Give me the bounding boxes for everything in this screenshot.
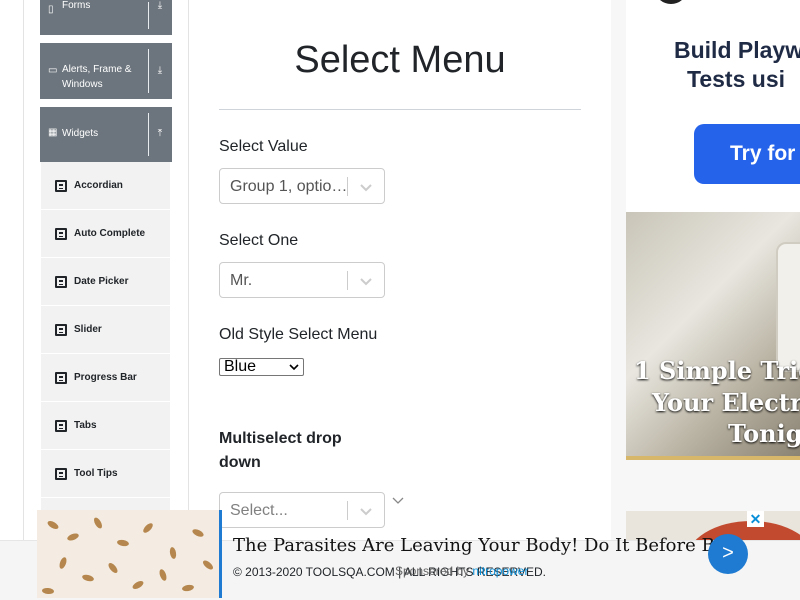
banner-sponsor: Sponsored by nitropower xyxy=(395,564,528,578)
multiselect-label-line1: Multiselect drop xyxy=(219,430,342,447)
widgets-submenu: Accordian Auto Complete Date Picker Slid… xyxy=(41,162,170,546)
sidebar-item-tool-tips[interactable]: Tool Tips xyxy=(41,450,170,498)
sidebar-item-date-picker[interactable]: Date Picker xyxy=(41,258,170,306)
sidebar-item-label: Progress Bar xyxy=(74,372,137,383)
sidebar-item-accordian[interactable]: Accordian xyxy=(41,162,170,210)
seed xyxy=(169,546,177,560)
sidebar-item-auto-complete[interactable]: Auto Complete xyxy=(41,210,170,258)
seed xyxy=(191,527,205,539)
nav-group-forms[interactable]: ▯ Forms ⤓ xyxy=(40,0,172,35)
seed xyxy=(46,519,60,531)
ad-text-line2: Your Electric xyxy=(652,388,800,417)
html5-icon xyxy=(55,420,67,432)
select-value-dropdown[interactable]: Group 1, option 1 xyxy=(219,168,385,204)
select-value-current: Group 1, option 1 xyxy=(230,178,350,195)
outlet-image xyxy=(776,242,800,372)
sidebar-item-slider[interactable]: Slider xyxy=(41,306,170,354)
select-value-label: Select Value xyxy=(219,138,308,155)
window-icon: ▭ xyxy=(48,65,58,76)
select-one-dropdown[interactable]: Mr. xyxy=(219,262,385,298)
ad-electric-trick[interactable]: 1 Simple Trick Your Electric Tonigh xyxy=(626,212,800,460)
ad-headline: Build Playw xyxy=(674,37,800,63)
seed xyxy=(158,568,168,582)
seed xyxy=(131,579,145,591)
sponsor-link[interactable]: nitropower xyxy=(472,564,528,578)
form-icon: ▯ xyxy=(48,4,54,15)
sidebar-item-label: Auto Complete xyxy=(74,228,146,239)
page-title: Select Menu xyxy=(294,39,506,81)
banner-image[interactable] xyxy=(37,510,222,598)
html5-icon xyxy=(55,468,67,480)
indicator-separator xyxy=(347,501,348,520)
seed xyxy=(58,556,68,570)
old-style-select-value: Blue xyxy=(224,358,257,375)
select-one-current: Mr. xyxy=(230,272,253,289)
html5-icon xyxy=(55,180,67,192)
chevron-down-icon[interactable] xyxy=(358,273,374,289)
sidebar-item-label: Accordian xyxy=(74,180,123,191)
nav-group-label: Alerts, Frame & xyxy=(62,64,132,75)
multiselect-dropdown[interactable]: Select... xyxy=(219,492,385,528)
nav-group-label: Widgets xyxy=(62,128,99,139)
html5-icon xyxy=(55,324,67,336)
multiselect-placeholder: Select... xyxy=(230,502,288,519)
expand-icon[interactable]: ⤓ xyxy=(154,0,166,12)
html5-icon xyxy=(55,228,67,240)
banner-headline[interactable]: The Parasites Are Leaving Your Body! Do … xyxy=(233,535,737,557)
sidebar-item-progress-bar[interactable]: Progress Bar xyxy=(41,354,170,402)
seed xyxy=(181,584,195,592)
old-style-select[interactable]: Blue xyxy=(219,358,304,376)
indicator-separator xyxy=(347,271,348,290)
old-style-select-label: Old Style Select Menu xyxy=(219,326,378,343)
sponsored-prefix: Sponsored by xyxy=(395,564,470,578)
divider xyxy=(219,109,581,110)
multiselect-label-line2: down xyxy=(219,454,261,471)
seed xyxy=(201,558,215,572)
ad-text-line1: 1 Simple Trick xyxy=(634,356,800,385)
seed xyxy=(81,573,95,583)
nav-group-alerts-frame-windows[interactable]: ▭ Alerts, Frame & Windows ⤓ xyxy=(40,43,172,99)
chevron-down-icon xyxy=(289,364,299,371)
html5-icon xyxy=(55,372,67,384)
seed xyxy=(41,587,55,595)
nav-group-widgets[interactable]: ▦ Widgets ⤒ xyxy=(40,107,172,162)
divider xyxy=(148,49,149,93)
sidebar-item-label: Tool Tips xyxy=(74,468,118,479)
seed xyxy=(106,561,120,575)
seed xyxy=(92,516,104,530)
chevron-down-icon xyxy=(392,497,404,504)
page: ▯ Forms ⤓ ▭ Alerts, Frame & Windows ⤓ ▦ … xyxy=(0,0,800,600)
indicator-separator xyxy=(347,177,348,196)
chevron-down-icon[interactable] xyxy=(358,503,374,519)
collapse-icon[interactable]: ⤒ xyxy=(154,128,166,140)
seed xyxy=(116,539,130,547)
seed xyxy=(141,521,155,535)
sidebar-item-label: Date Picker xyxy=(74,276,129,287)
nav-group-label-line2: Windows xyxy=(62,79,103,90)
sidebar-item-tabs[interactable]: Tabs xyxy=(41,402,170,450)
ad-cta-button[interactable]: Try for fre xyxy=(694,124,800,184)
logo xyxy=(656,0,686,4)
sidebar-item-label: Slider xyxy=(74,324,102,335)
multiselect-label: Multiselect drop down xyxy=(219,427,369,475)
seed xyxy=(66,532,80,542)
close-icon[interactable]: ✕ xyxy=(747,511,764,527)
grid-icon: ▦ xyxy=(48,127,58,138)
divider xyxy=(148,113,149,156)
divider xyxy=(148,2,149,29)
sidebar-item-label: Tabs xyxy=(74,420,97,431)
html5-icon xyxy=(55,276,67,288)
next-arrow-button[interactable]: > xyxy=(708,534,748,574)
ad-headline-2: Tests usi xyxy=(687,66,785,92)
expand-icon[interactable]: ⤓ xyxy=(154,65,166,77)
nav-group-label: Forms xyxy=(62,0,91,11)
ad-playwright[interactable]: Build Playw Tests usi Try for fre xyxy=(626,0,800,212)
select-one-label: Select One xyxy=(219,232,299,249)
ad-text-line3: Tonigh xyxy=(728,419,800,448)
chevron-down-icon[interactable] xyxy=(358,179,374,195)
